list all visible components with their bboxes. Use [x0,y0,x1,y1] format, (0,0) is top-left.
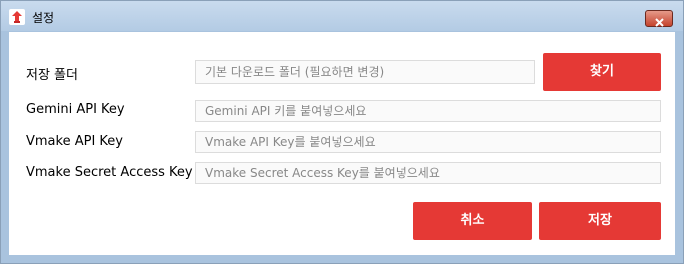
save-button[interactable]: 저장 [539,202,661,240]
settings-window: 설정 저장 폴더 기본 다운로드 폴더 (필요하면 변경) 찾기 Gemini … [0,0,684,264]
folder-label: 저장 폴더 [26,68,78,83]
close-icon [654,13,665,32]
app-logo-icon [9,9,25,25]
close-button[interactable] [645,10,673,27]
gemini-api-key-label: Gemini API Key [26,102,125,117]
gemini-api-key-input[interactable]: Gemini API 키를 붙여넣으세요 [195,100,661,122]
title-bar[interactable]: 설정 [1,1,683,31]
folder-input[interactable]: 기본 다운로드 폴더 (필요하면 변경) [195,60,535,84]
vmake-api-key-input[interactable]: Vmake API Key를 붙여넣으세요 [195,131,661,153]
window-title: 설정 [32,11,55,25]
vmake-secret-key-label: Vmake Secret Access Key [26,165,193,180]
vmake-api-key-label: Vmake API Key [26,134,123,149]
cancel-button[interactable]: 취소 [413,202,532,240]
vmake-secret-key-input[interactable]: Vmake Secret Access Key를 붙여넣으세요 [195,162,661,184]
browse-button[interactable]: 찾기 [543,53,661,91]
settings-form: 저장 폴더 기본 다운로드 폴더 (필요하면 변경) 찾기 Gemini API… [9,32,675,255]
